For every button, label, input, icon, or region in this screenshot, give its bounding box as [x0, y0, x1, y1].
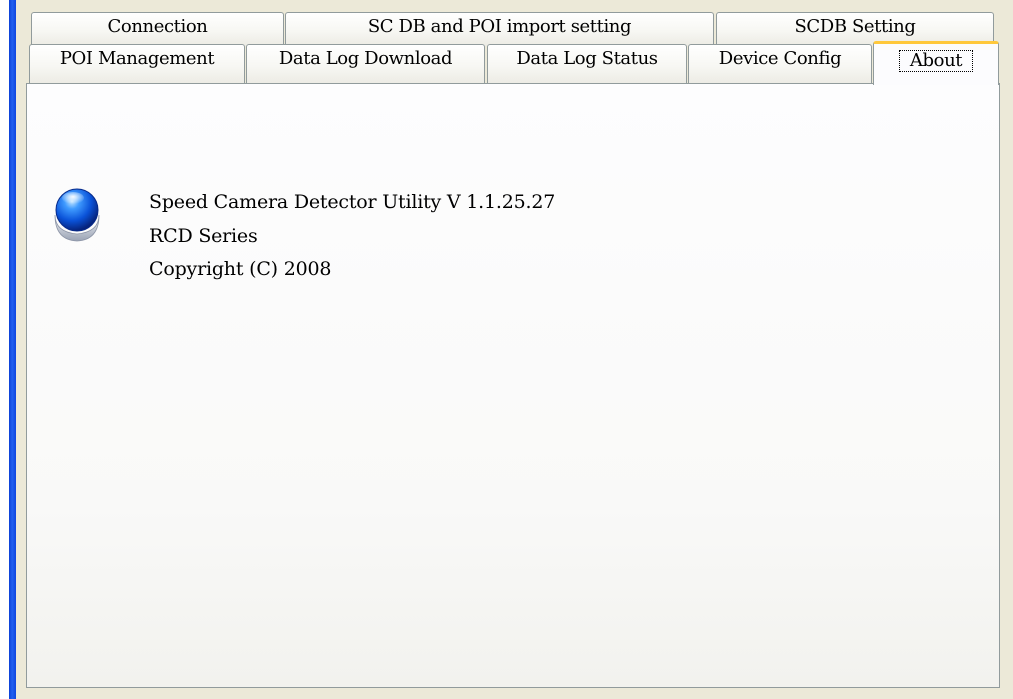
- tab-data-log-download[interactable]: Data Log Download: [246, 44, 485, 84]
- blue-orb-icon: [52, 185, 102, 243]
- about-tab-panel: [26, 83, 1000, 688]
- tab-label: POI Management: [59, 48, 215, 69]
- tab-label: SC DB and POI import setting: [367, 16, 632, 37]
- tab-label: About: [898, 50, 974, 72]
- tab-data-log-status[interactable]: Data Log Status: [487, 44, 687, 84]
- tab-label: Data Log Download: [278, 48, 453, 69]
- copyright-text: Copyright (C) 2008: [149, 258, 332, 280]
- tab-label: Connection: [107, 16, 208, 37]
- tab-connection[interactable]: Connection: [31, 12, 284, 46]
- tab-label: Data Log Status: [516, 48, 658, 69]
- tab-label: Device Config: [718, 48, 842, 69]
- tab-about[interactable]: About: [873, 41, 999, 85]
- tab-label: SCDB Setting: [794, 16, 916, 37]
- series-text: RCD Series: [149, 225, 258, 247]
- tab-poi-management[interactable]: POI Management: [29, 44, 245, 84]
- product-version-text: Speed Camera Detector Utility V 1.1.25.2…: [149, 191, 556, 213]
- window-frame-left-border: [9, 0, 16, 699]
- tab-sc-db-poi-import-setting[interactable]: SC DB and POI import setting: [285, 12, 714, 46]
- desktop-edge: [0, 0, 9, 699]
- tab-device-config[interactable]: Device Config: [688, 44, 872, 84]
